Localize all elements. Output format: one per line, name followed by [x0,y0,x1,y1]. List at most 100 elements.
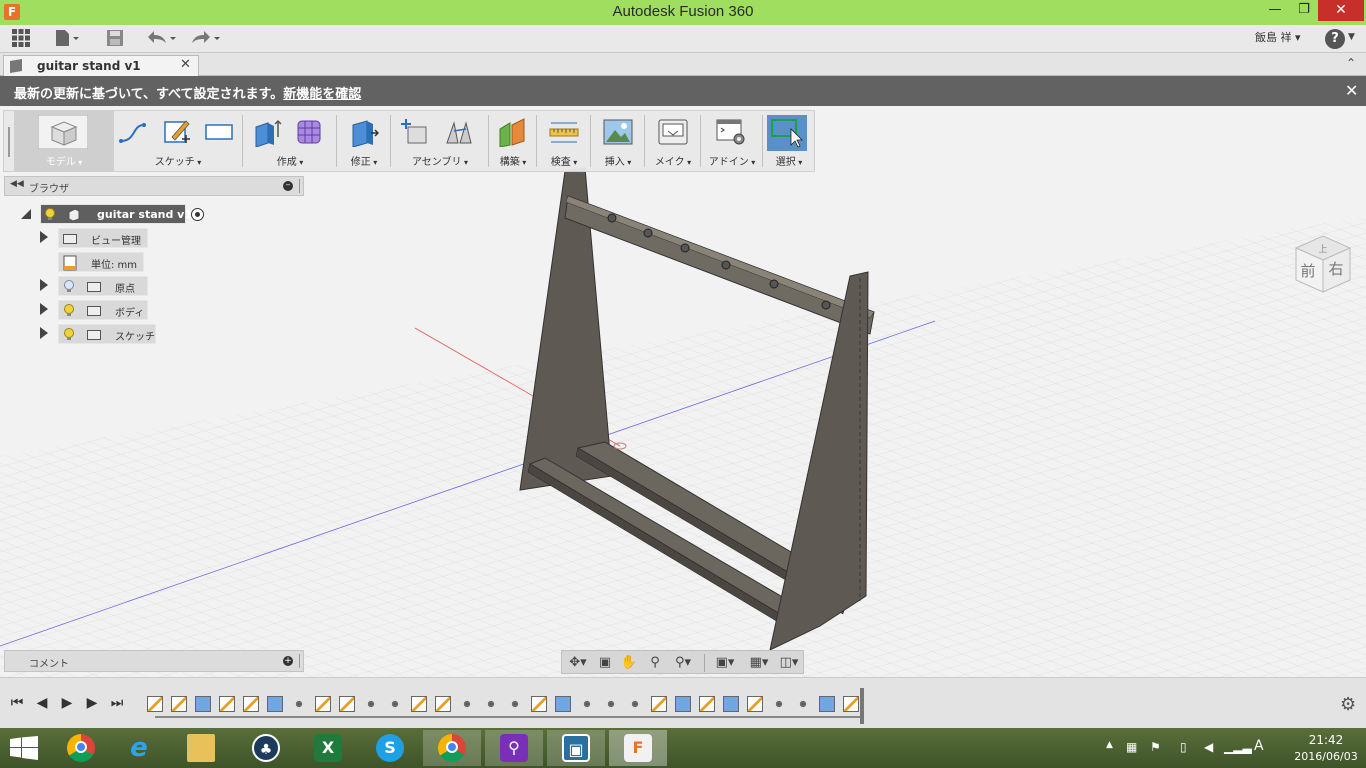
measure-icon[interactable] [549,117,579,147]
tree-row-named-views[interactable]: ビュー管理 [40,228,150,248]
action-center-icon[interactable]: ▦ [1126,740,1137,754]
timeline-move-feature-icon[interactable] [483,696,499,712]
taskbar-excel-icon[interactable]: X [299,730,357,766]
joint-icon[interactable] [444,117,474,147]
collapsed-triangle-icon[interactable] [40,303,48,315]
insert-group[interactable]: 挿入 [594,111,642,171]
close-tab-button[interactable]: ✕ [180,57,191,72]
comments-panel[interactable]: コメント + [4,650,304,672]
activate-component-icon[interactable] [191,208,204,221]
timeline-move-feature-icon[interactable] [795,696,811,712]
modify-group[interactable]: 修正 [340,111,388,171]
timeline-sketch-feature-icon[interactable] [435,696,451,712]
visibility-bulb-icon[interactable] [45,208,55,221]
tree-root-row[interactable]: guitar stand v1 [20,204,216,224]
skip-to-end-icon[interactable]: ⏭ [109,694,125,712]
step-back-icon[interactable]: ◀ [34,694,50,712]
browser-panel-header[interactable]: ◀◀ ブラウザ – [4,176,304,196]
volume-icon[interactable]: ◀ [1204,740,1213,754]
ribbon-grip[interactable] [8,127,10,157]
tree-row-sketches[interactable]: スケッチ [40,324,158,344]
units-box[interactable]: 単位: mm [58,252,144,272]
save-icon[interactable] [106,29,124,49]
chevron-up-icon[interactable]: ⌃ [1346,56,1356,70]
inspect-group[interactable]: 検査 [540,111,588,171]
clock-time[interactable]: 21:42 [1296,733,1356,747]
ime-indicator[interactable]: A [1254,738,1264,754]
collapsed-triangle-icon[interactable] [40,327,48,339]
zoom-icon[interactable]: ⚲ [644,654,666,672]
named-views-box[interactable]: ビュー管理 [58,228,148,248]
orbit-icon[interactable]: ✥▾ [564,654,592,672]
play-icon[interactable]: ▶ [84,694,100,712]
timeline-move-feature-icon[interactable] [771,696,787,712]
form-icon[interactable] [294,117,324,147]
network-signal-icon[interactable]: ▁▂▃ [1224,740,1252,754]
origin-box[interactable]: 原点 [58,276,148,296]
select-group[interactable]: 選択 [766,111,812,171]
new-component-icon[interactable] [400,117,430,147]
offset-plane-icon[interactable] [497,117,527,147]
create-sketch-line-icon[interactable] [118,117,148,147]
battery-icon[interactable]: ▯ [1180,740,1187,754]
collapse-panel-icon[interactable]: ◀◀ [10,179,24,189]
visibility-bulb-icon[interactable] [64,304,74,317]
view-cube-front-label[interactable]: 前 [1300,262,1315,280]
timeline-sketch-feature-icon[interactable] [531,696,547,712]
press-pull-icon[interactable] [349,117,379,147]
document-tab[interactable]: guitar stand v1 ✕ [3,55,199,76]
add-ins-group[interactable]: アドイン [704,111,760,171]
zoom-window-icon[interactable]: ⚲▾ [668,654,698,672]
pan-hand-icon[interactable]: ✋ [618,654,640,672]
taskbar-internet-explorer-icon[interactable]: e [110,730,168,766]
timeline-sketch-feature-icon[interactable] [243,696,259,712]
taskbar-window-app-icon[interactable]: ▣ [547,730,605,766]
undo-icon[interactable] [146,29,180,49]
select-tool-icon[interactable] [767,115,807,151]
construct-group[interactable]: 構築 [492,111,534,171]
timeline-move-feature-icon[interactable] [459,696,475,712]
redo-icon[interactable] [190,29,224,49]
view-cube-right-label[interactable]: 右 [1328,260,1343,278]
timeline-move-feature-icon[interactable] [387,696,403,712]
timeline-move-feature-icon[interactable] [291,696,307,712]
maximize-button[interactable]: ❐ [1290,0,1318,21]
sketch-group[interactable]: スケッチ [114,111,242,171]
visibility-bulb-off-icon[interactable] [64,280,74,293]
timeline-sketch-feature-icon[interactable] [747,696,763,712]
timeline-marker[interactable] [860,688,864,724]
tree-root-box[interactable]: guitar stand v1 [40,204,192,224]
collapsed-triangle-icon[interactable] [40,231,48,243]
whats-new-link[interactable]: 新機能を確認 [283,87,361,102]
viewports-icon[interactable]: ◫▾ [774,654,804,672]
3d-print-icon[interactable] [658,117,688,147]
step-forward-icon[interactable]: ▶ [59,694,75,712]
timeline-sketch-feature-icon[interactable] [843,696,859,712]
timeline-extrude-feature-icon[interactable] [195,696,211,712]
user-account-menu[interactable]: 飯島 祥 ▾ [1255,30,1301,46]
look-at-icon[interactable]: ▣ [594,654,616,672]
bodies-box[interactable]: ボディ [58,300,148,320]
timeline-track[interactable] [155,716,861,718]
taskbar-skype-icon[interactable]: S [361,730,419,766]
panel-grip[interactable] [299,654,301,668]
timeline-sketch-feature-icon[interactable] [339,696,355,712]
timeline-sketch-feature-icon[interactable] [411,696,427,712]
timeline-sketch-feature-icon[interactable] [315,696,331,712]
timeline-move-feature-icon[interactable] [579,696,595,712]
collapsed-triangle-icon[interactable] [40,279,48,291]
flag-icon[interactable]: ⚑ [1150,740,1161,754]
taskbar-fusion-360-icon[interactable]: F [609,730,667,766]
assemble-group[interactable]: アセンブリ [394,111,486,171]
make-group[interactable]: メイク [648,111,698,171]
insert-image-icon[interactable] [603,117,633,147]
timeline-settings-gear-icon[interactable]: ⚙ [1340,694,1356,715]
skip-to-start-icon[interactable]: ⏮ [9,694,25,712]
timeline-move-feature-icon[interactable] [627,696,643,712]
view-cube-top-label[interactable]: 上 [1318,244,1327,255]
timeline-move-feature-icon[interactable] [603,696,619,712]
file-menu-icon[interactable] [55,29,81,49]
help-button[interactable]: ? [1325,29,1345,49]
timeline-sketch-feature-icon[interactable] [699,696,715,712]
taskbar-chrome-2-icon[interactable] [423,730,481,766]
